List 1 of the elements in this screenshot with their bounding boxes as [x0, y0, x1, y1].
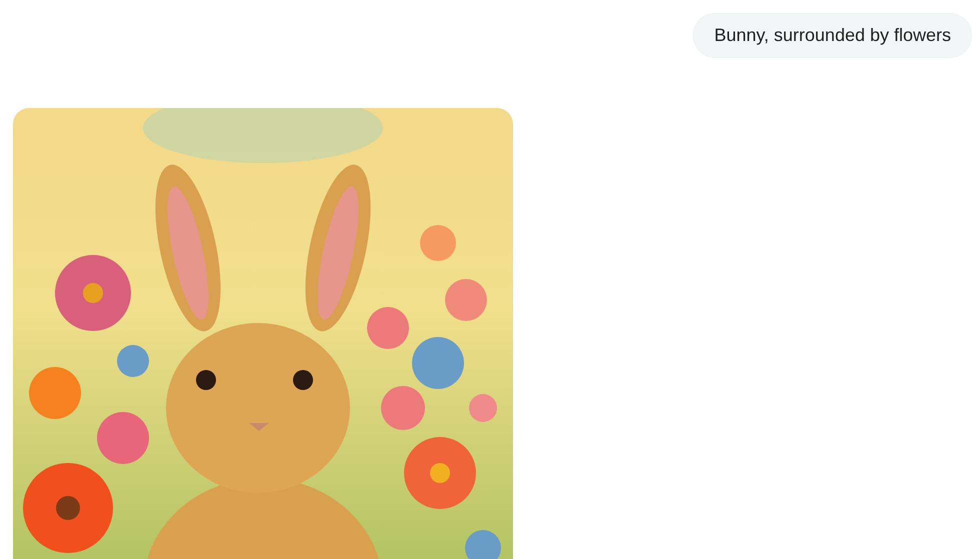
user-message: Bunny, surrounded by flowers [693, 13, 972, 58]
